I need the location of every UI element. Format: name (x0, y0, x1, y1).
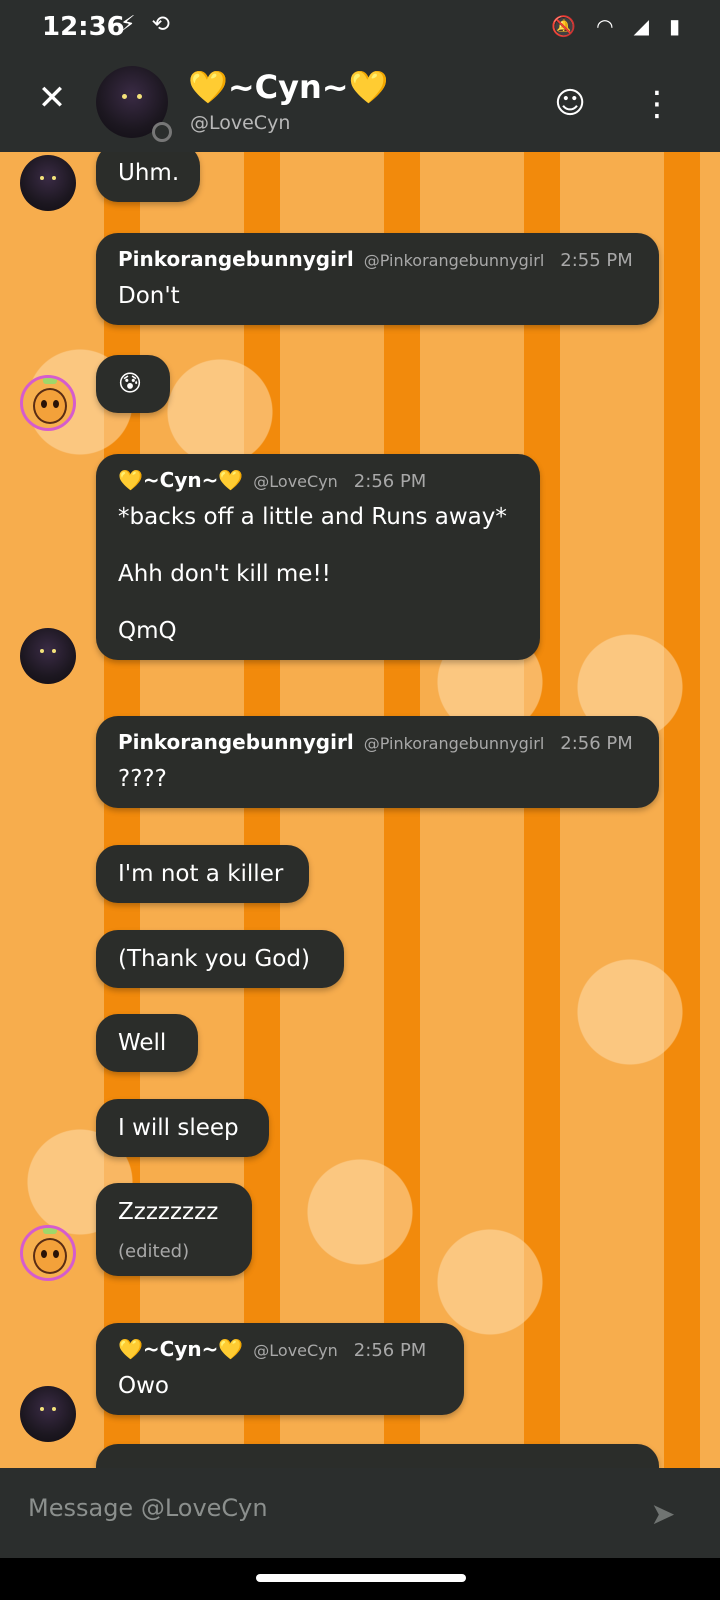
avatar-eyes (40, 1407, 56, 1412)
message-bubble[interactable]: I'm not a killer (96, 845, 309, 903)
avatar[interactable] (20, 155, 76, 211)
avatar-face (33, 1238, 67, 1274)
message-text: *backs off a little and Runs away* (118, 504, 507, 530)
bell-off-icon: 🔕 (551, 14, 577, 38)
send-icon: ➤ (650, 1497, 676, 1532)
message-text: Uhm. (118, 160, 180, 186)
more-vertical-icon: ⋮ (640, 84, 674, 124)
message-text: (Thank you God) (118, 946, 310, 972)
message-header: 💛~Cyn~💛 @LoveCyn 2:56 PM (118, 1337, 442, 1361)
message-author[interactable]: Pinkorangebunnygirl (118, 247, 354, 271)
avatar-eyes (122, 94, 142, 100)
message-text: Don't (118, 283, 180, 309)
message-text: I'm not a killer (118, 861, 284, 887)
message-bubble[interactable]: I will sleep (96, 1099, 269, 1157)
contact-name: 💛~Cyn~💛 (188, 68, 389, 106)
message-handle: @Pinkorangebunnygirl (363, 734, 545, 753)
message-time: 2:56 PM (353, 471, 427, 492)
system-nav-bar (0, 1558, 720, 1600)
avatar[interactable] (20, 1386, 76, 1442)
message-text: Zzzzzzzz (118, 1199, 219, 1225)
edited-label: (edited) (118, 1241, 190, 1262)
add-reaction-button[interactable]: ☺ (548, 82, 592, 126)
message-time: 2:56 PM (560, 733, 633, 754)
home-indicator[interactable] (256, 1574, 466, 1582)
close-icon: ✕ (37, 78, 67, 118)
message-author[interactable]: Pinkorangebunnygirl (118, 730, 354, 754)
message-bubble[interactable]: 💛~Cyn~💛 @LoveCyn 2:56 PM Owo (96, 1323, 464, 1415)
message-input[interactable]: Message @LoveCyn (28, 1494, 268, 1522)
message-bubble[interactable]: 😰 (96, 355, 170, 413)
avatar-crown (43, 1228, 57, 1234)
message-bubble[interactable]: Zzzzzzzz (edited) (96, 1183, 252, 1276)
message-composer: Message @LoveCyn ➤ (0, 1468, 720, 1558)
status-bar: 12:36 ⚡ ⟲ 🔕 ◠ ◢ ▮ (0, 0, 720, 56)
message-text: 😰 (118, 371, 142, 397)
avatar-crown (43, 378, 57, 384)
avatar-eyes (40, 649, 56, 654)
message-author[interactable]: 💛~Cyn~💛 (118, 1337, 243, 1361)
status-time: 12:36 (42, 12, 125, 42)
message-text: Well (118, 1030, 167, 1056)
presence-status-icon (152, 122, 172, 142)
message-handle: @Pinkorangebunnygirl (363, 251, 545, 270)
message-bubble[interactable]: Uhm. (96, 152, 200, 202)
message-bubble[interactable]: Well (96, 1014, 198, 1072)
flash-icon: ⚡ (120, 12, 136, 37)
avatar-eyes (40, 176, 56, 181)
signal-icon: ◢ (633, 14, 649, 38)
message-bubble[interactable] (96, 1444, 659, 1468)
battery-icon: ▮ (668, 14, 680, 38)
message-bubble[interactable]: (Thank you God) (96, 930, 344, 988)
message-time: 2:55 PM (560, 250, 633, 271)
message-bubble[interactable]: Pinkorangebunnygirl @Pinkorangebunnygirl… (96, 233, 659, 325)
message-handle: @LoveCyn (253, 1341, 338, 1360)
message-header: Pinkorangebunnygirl @Pinkorangebunnygirl… (118, 730, 637, 754)
send-button[interactable]: ➤ (644, 1496, 682, 1534)
message-list[interactable]: Uhm. Pinkorangebunnygirl @Pinkorangebunn… (0, 152, 720, 1468)
conversation-header: ✕ 💛~Cyn~💛 @LoveCyn ☺ ⋮ (0, 56, 720, 152)
message-text: ???? (118, 766, 167, 792)
message-header: 💛~Cyn~💛 @LoveCyn 2:56 PM (118, 468, 518, 492)
phone-sync-icon: ⟲ (151, 12, 170, 37)
message-header: Pinkorangebunnygirl @Pinkorangebunnygirl… (118, 247, 637, 271)
message-time: 2:56 PM (353, 1340, 427, 1361)
message-bubble[interactable]: 💛~Cyn~💛 @LoveCyn 2:56 PM *backs off a li… (96, 454, 540, 660)
status-left-icons: ⚡ ⟲ (120, 12, 170, 37)
contact-handle: @LoveCyn (190, 112, 291, 134)
avatar-face (33, 388, 67, 424)
avatar[interactable] (20, 375, 76, 431)
wifi-icon: ◠ (596, 14, 614, 38)
message-handle: @LoveCyn (253, 472, 338, 491)
close-button[interactable]: ✕ (32, 78, 72, 118)
message-text: I will sleep (118, 1115, 239, 1141)
status-right-icons: 🔕 ◠ ◢ ▮ (551, 14, 680, 38)
message-bubble[interactable]: Pinkorangebunnygirl @Pinkorangebunnygirl… (96, 716, 659, 808)
more-options-button[interactable]: ⋮ (640, 80, 674, 128)
message-author[interactable]: 💛~Cyn~💛 (118, 468, 243, 492)
message-text: QmQ (118, 618, 177, 644)
emoji-plus-icon: ☺ (554, 86, 586, 121)
message-text: Ahh don't kill me!! (118, 561, 331, 587)
avatar[interactable] (20, 1225, 76, 1281)
avatar[interactable] (20, 628, 76, 684)
message-text: Owo (118, 1373, 169, 1399)
